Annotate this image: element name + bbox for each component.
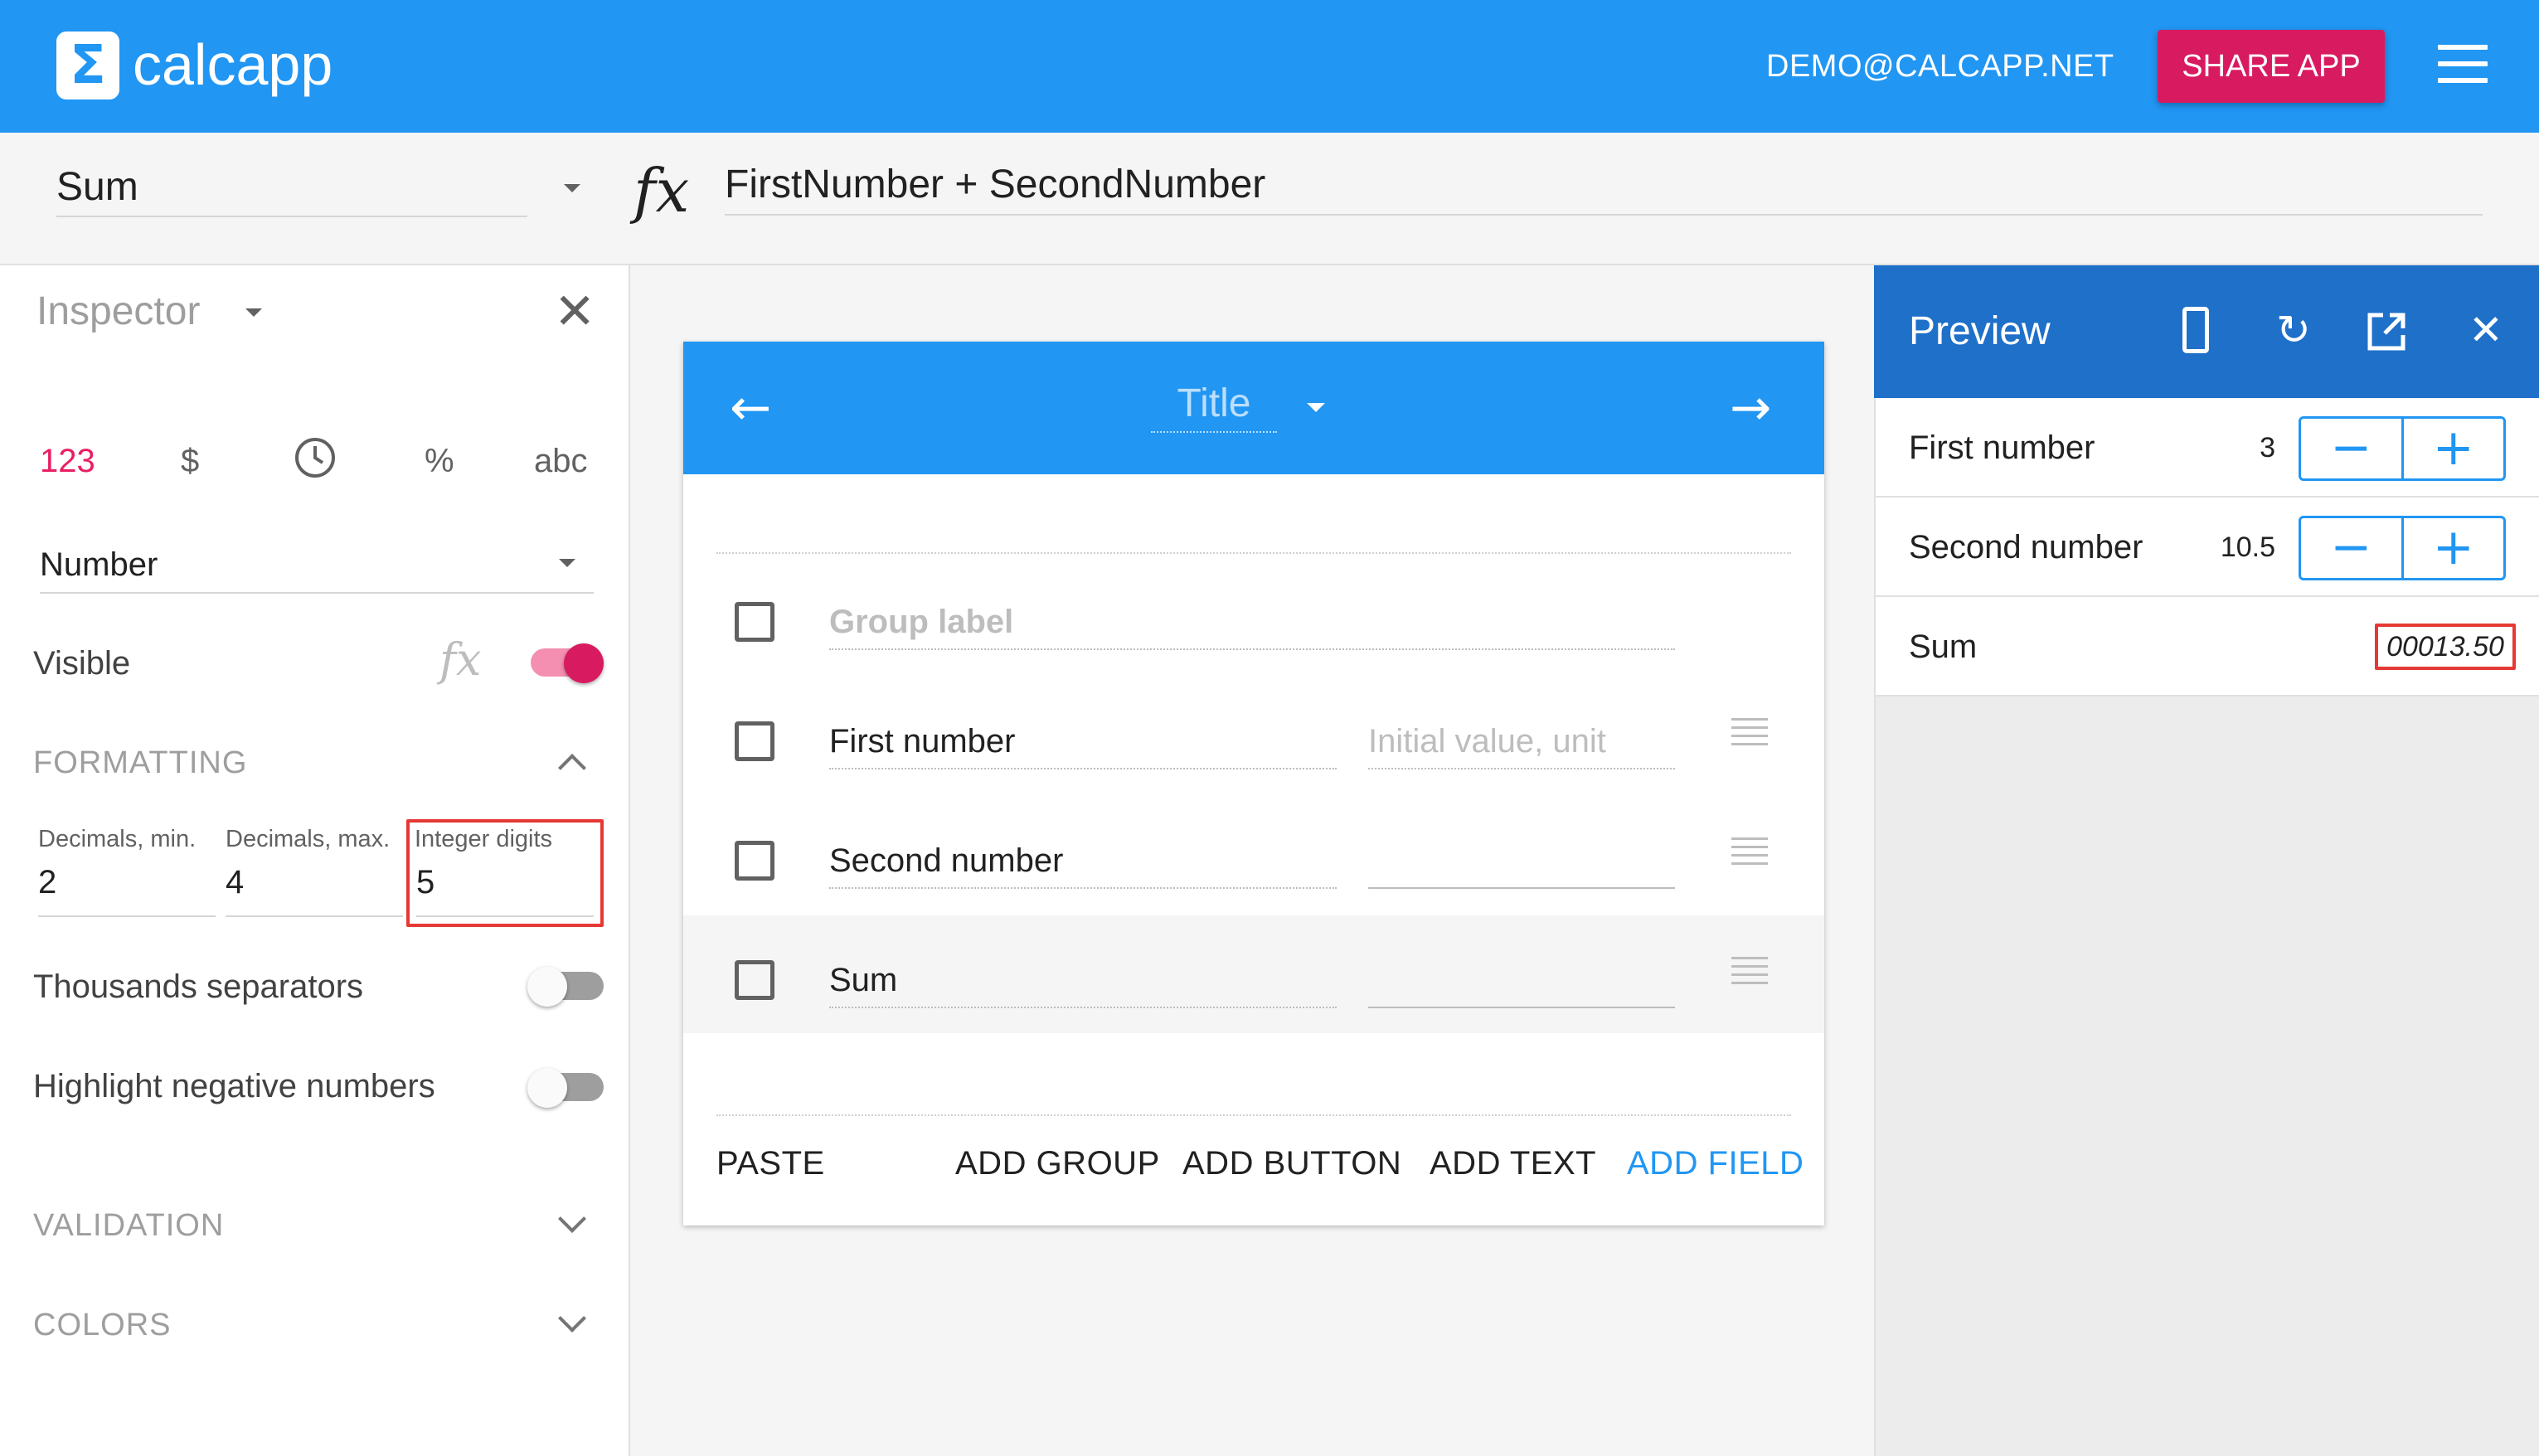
type-tab-text[interactable]: abc xyxy=(534,439,588,483)
inspector-title[interactable]: Inspector xyxy=(36,287,200,337)
add-button-button[interactable]: ADD BUTTON xyxy=(1182,1143,1401,1184)
colors-heading[interactable]: COLORS xyxy=(33,1305,171,1345)
close-icon[interactable]: ✕ xyxy=(554,287,595,337)
decimals-max-input[interactable]: 4 xyxy=(226,857,403,917)
menu-icon[interactable] xyxy=(2438,45,2488,83)
divider xyxy=(716,1114,1791,1116)
calcapp-logo-icon[interactable]: Σ xyxy=(56,32,119,99)
fx-icon: fx xyxy=(634,156,690,226)
clock-icon[interactable] xyxy=(292,434,338,492)
drag-handle-icon[interactable] xyxy=(1731,718,1768,746)
refresh-icon[interactable]: ↻ xyxy=(2269,305,2318,355)
visible-toggle-knob[interactable] xyxy=(564,643,604,683)
preview-first-number-label: First number xyxy=(1909,430,2095,466)
type-tab-currency[interactable]: $ xyxy=(181,439,199,483)
add-group-button[interactable]: ADD GROUP xyxy=(955,1143,1160,1184)
chevron-down-icon[interactable] xyxy=(559,559,575,567)
thousands-separators-toggle-knob[interactable] xyxy=(527,967,567,1007)
row-checkbox[interactable] xyxy=(735,721,774,761)
arrow-forward-icon[interactable]: → xyxy=(1730,383,1771,433)
decimals-max-label: Decimals, max. xyxy=(226,826,391,852)
initial-value-input[interactable]: Initial value, unit xyxy=(1368,716,1675,769)
arrow-back-icon[interactable]: ← xyxy=(730,383,771,433)
value-type-label: Number xyxy=(40,546,158,583)
initial-value-input[interactable] xyxy=(1368,836,1675,889)
plus-icon[interactable]: + xyxy=(2404,518,2504,578)
visible-label: Visible xyxy=(33,645,131,682)
selected-field-label: Sum xyxy=(56,165,138,209)
decimals-min-input[interactable]: 2 xyxy=(38,857,216,917)
type-tab-percent[interactable]: % xyxy=(425,439,454,483)
formatting-heading[interactable]: FORMATTING xyxy=(33,743,247,783)
divider xyxy=(716,552,1791,554)
decimals-min-label: Decimals, min. xyxy=(38,826,197,852)
preview-sum-label: Sum xyxy=(1909,629,1978,665)
field-label-input[interactable]: Sum xyxy=(829,955,1337,1008)
close-icon[interactable]: ✕ xyxy=(2461,305,2511,355)
add-field-button[interactable]: ADD FIELD xyxy=(1627,1143,1804,1184)
initial-value-input[interactable] xyxy=(1368,955,1675,1008)
add-text-button[interactable]: ADD TEXT xyxy=(1430,1143,1596,1184)
preview-second-number-value: 10.5 xyxy=(2220,531,2275,563)
drag-handle-icon[interactable] xyxy=(1731,837,1768,866)
app-name[interactable]: calcapp xyxy=(133,30,333,99)
highlight-negative-label: Highlight negative numbers xyxy=(33,1068,435,1104)
preview-sum-value: 00013.50 xyxy=(2375,624,2516,670)
field-selector-dropdown[interactable]: Sum xyxy=(56,158,527,217)
chevron-down-icon[interactable] xyxy=(245,308,262,317)
validation-heading[interactable]: VALIDATION xyxy=(33,1206,224,1245)
phone-icon[interactable] xyxy=(2182,307,2209,353)
screen-title-input[interactable]: Title xyxy=(1151,375,1277,433)
user-email-link[interactable]: DEMO@CALCAPP.NET xyxy=(1766,46,2114,86)
row-checkbox[interactable] xyxy=(735,841,774,881)
first-number-stepper[interactable]: − + xyxy=(2299,416,2506,481)
minus-icon[interactable]: − xyxy=(2301,419,2404,478)
field-label-input[interactable]: Second number xyxy=(829,836,1337,889)
thousands-separators-label: Thousands separators xyxy=(33,968,364,1005)
group-label-input[interactable]: Group label xyxy=(829,597,1675,650)
preview-second-number-label: Second number xyxy=(1909,529,2143,565)
preview-title: Preview xyxy=(1909,309,2051,353)
preview-first-number-value: 3 xyxy=(2260,432,2275,463)
chevron-down-icon[interactable] xyxy=(564,184,580,192)
integer-digits-highlight xyxy=(406,819,604,927)
type-tab-number[interactable]: 123 xyxy=(40,439,95,483)
fx-icon[interactable]: fx xyxy=(439,633,481,687)
open-in-new-icon[interactable] xyxy=(2365,310,2408,357)
share-app-button[interactable]: SHARE APP xyxy=(2158,30,2385,103)
group-checkbox[interactable] xyxy=(735,602,774,642)
second-number-stepper[interactable]: − + xyxy=(2299,516,2506,580)
plus-icon[interactable]: + xyxy=(2404,419,2504,478)
paste-button[interactable]: PASTE xyxy=(716,1143,825,1184)
highlight-negative-toggle-knob[interactable] xyxy=(527,1068,567,1108)
value-type-select[interactable]: Number xyxy=(40,536,594,594)
drag-handle-icon[interactable] xyxy=(1731,957,1768,985)
minus-icon[interactable]: − xyxy=(2301,518,2404,578)
formula-input[interactable]: FirstNumber + SecondNumber xyxy=(725,154,2483,216)
chevron-down-icon[interactable] xyxy=(1307,403,1325,412)
row-checkbox[interactable] xyxy=(735,960,774,1000)
field-label-input[interactable]: First number xyxy=(829,716,1337,769)
